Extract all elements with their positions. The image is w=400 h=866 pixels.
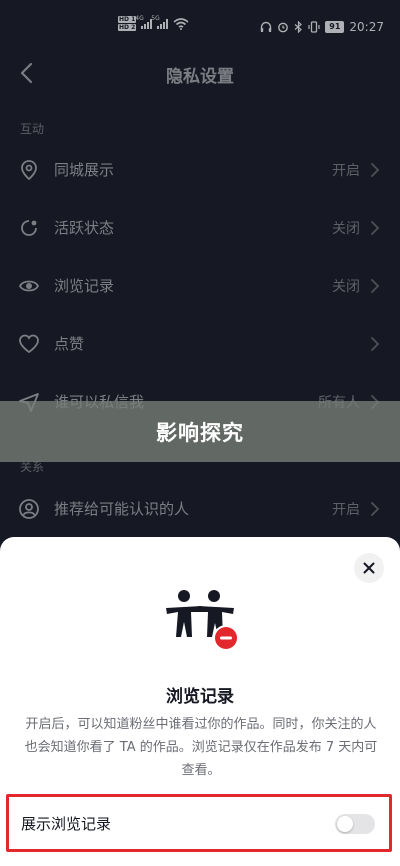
chevron-right-icon [371, 221, 380, 235]
setting-label: 浏览记录 [54, 277, 115, 295]
show-view-history-row[interactable]: 展示浏览记录 [6, 794, 392, 852]
page-title: 隐私设置 [166, 67, 234, 87]
setting-value: 开启 [332, 163, 360, 179]
setting-row-nearby[interactable]: 同城展示 开启 [0, 145, 400, 195]
setting-row-active-status[interactable]: 活跃状态 关闭 [0, 203, 400, 253]
sheet-title: 浏览记录 [166, 687, 234, 707]
chevron-right-icon [371, 163, 380, 177]
status-bar-left: HD 1 HD 2 4G 5G [118, 15, 189, 32]
setting-row-recommend[interactable]: 推荐给可能认识的人 开启 [0, 484, 400, 534]
status-bar: HD 1 HD 2 4G 5G 91 20:27 [0, 0, 400, 46]
eye-icon [18, 280, 40, 292]
sig2-label: 5G [151, 15, 160, 22]
cell-signal-2-icon: 5G [151, 15, 169, 29]
close-icon [363, 562, 375, 574]
wifi-icon [173, 18, 189, 30]
chevron-right-icon [371, 279, 380, 293]
hd1-badge: HD 1 [118, 16, 137, 23]
toggle-label: 展示浏览记录 [21, 815, 112, 833]
headphones-icon [261, 21, 272, 32]
setting-value: 关闭 [332, 279, 360, 295]
hd-badges: HD 1 HD 2 [118, 16, 137, 32]
bottom-sheet: 浏览记录 开启后，可以知道粉丝中谁看过你的作品。同时，你关注的人也会知道你看了 … [0, 537, 400, 866]
hd2-badge: HD 2 [118, 24, 137, 31]
status-bar-right: 91 20:27 [260, 20, 384, 34]
overlay-banner: 影响探究 [0, 401, 400, 462]
heart-icon [19, 334, 39, 354]
section-label-interaction: 互动 [20, 122, 45, 136]
activity-status-icon [21, 220, 37, 236]
sig1-label: 4G [135, 15, 144, 22]
chevron-right-icon [371, 337, 380, 351]
close-button[interactable] [354, 553, 384, 583]
banner-text: 影响探究 [156, 420, 244, 445]
chevron-right-icon [371, 502, 380, 516]
clock: 20:27 [349, 20, 384, 34]
setting-value: 开启 [332, 502, 360, 518]
alarm-icon [278, 22, 289, 33]
setting-row-likes[interactable]: 点赞 [0, 319, 400, 369]
person-circle-icon [19, 499, 39, 519]
bluetooth-icon [294, 21, 303, 33]
setting-value: 关闭 [332, 221, 360, 237]
two-people-illustration-icon [166, 590, 239, 651]
location-pin-icon [21, 160, 37, 181]
battery-level: 91 [325, 21, 345, 33]
vibrate-icon [308, 21, 320, 33]
header: 隐私设置 [0, 50, 400, 96]
setting-row-view-history[interactable]: 浏览记录 关闭 [0, 261, 400, 311]
sheet-description: 开启后，可以知道粉丝中谁看过你的作品。同时，你关注的人也会知道你看了 TA 的作… [24, 717, 378, 778]
toggle-knob [337, 816, 353, 832]
show-view-history-toggle[interactable] [335, 814, 375, 834]
setting-label: 点赞 [54, 335, 85, 353]
setting-label: 同城展示 [54, 161, 115, 179]
setting-label: 活跃状态 [54, 219, 115, 237]
setting-label: 推荐给可能认识的人 [54, 500, 190, 518]
